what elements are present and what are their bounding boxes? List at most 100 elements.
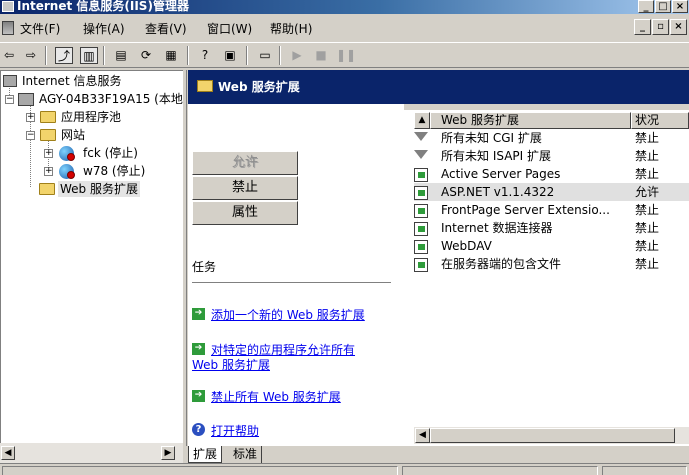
back-arrow-icon[interactable]: ⇦ [0,47,18,64]
expand-icon[interactable]: + [44,149,53,158]
tree-item-computer[interactable]: − AGY-04B33F19A15 (本地计 [3,91,184,108]
mdi-restore-button[interactable]: ▫ [652,19,669,35]
stop-icon[interactable]: ■ [312,47,330,64]
scroll-left-icon[interactable]: ◀ [1,446,15,460]
extension-status: 禁止 [635,239,660,253]
extension-status: 禁止 [635,221,660,235]
window-title: Internet 信息服务(IIS)管理器 [17,0,189,13]
refresh-icon[interactable]: ⟳ [137,47,155,64]
tab-extended[interactable]: 扩展 [188,446,223,463]
properties-button[interactable]: 属性 [192,201,298,225]
extension-name: 在服务器端的包含文件 [441,257,562,271]
toolbar-separator [103,46,105,65]
menu-view[interactable]: 查看(V) [145,20,187,37]
collapse-icon[interactable]: − [5,95,14,104]
status-panel [602,466,687,475]
panel-title: Web 服务扩展 [218,80,300,94]
iis-manager-window: { "window": {"title": "Internet 信息服务(IIS… [0,0,689,475]
mdi-minimize-button[interactable]: _ [634,19,651,35]
extension-status: 禁止 [635,131,660,145]
column-header-name[interactable]: Web 服务扩展 [430,112,631,129]
tree-item-label: Web 服务扩展 [58,181,140,197]
extension-icon [414,258,428,272]
menu-action[interactable]: 操作(A) [83,20,125,37]
list-horizontal-scrollbar[interactable]: ◀ [414,427,689,444]
column-header-status[interactable]: 状况 [631,112,689,129]
forward-arrow-icon[interactable]: ⇨ [22,47,40,64]
pause-icon[interactable]: ❚❚ [336,47,356,64]
tree-item-label: w78 (停止) [83,164,146,178]
prohibit-button[interactable]: 禁止 [192,176,298,200]
mdi-close-button[interactable]: × [670,19,687,35]
menu-help[interactable]: 帮助(H) [270,20,312,37]
task-arrow-icon: ➔ [192,343,205,355]
maximize-button[interactable]: □ [655,0,671,13]
minimize-button[interactable]: _ [638,0,654,13]
iis-app-icon [2,1,14,12]
list-item[interactable]: Active Server Pages 禁止 [414,165,689,183]
extension-icon [414,186,428,200]
extension-icon [414,222,428,236]
prohibit-all-link[interactable]: 禁止所有 Web 服务扩展 [211,390,341,404]
status-bar [0,463,689,475]
tree-item-label: 网站 [61,128,86,142]
toolbar-separator [187,46,189,65]
extension-name: Internet 数据连接器 [441,221,553,235]
list-item[interactable]: 在服务器端的包含文件 禁止 [414,255,689,273]
tree-horizontal-scrollbar[interactable]: ◀ ▶ [0,443,183,463]
scroll-thumb[interactable] [430,428,675,443]
expand-icon[interactable]: + [26,113,35,122]
tree-item-label: Internet 信息服务 [22,74,122,88]
properties-icon[interactable]: ▤ [112,47,130,64]
extension-status: 禁止 [635,257,660,271]
up-one-level-icon[interactable]: ⤴ [55,47,73,64]
title-bar[interactable]: Internet 信息服务(IIS)管理器 [0,0,689,14]
show-tree-icon[interactable]: ▥ [80,47,98,64]
sort-icon[interactable]: ▲ [414,112,430,129]
panel-header: Web 服务扩展 [188,70,689,104]
list-item[interactable]: 所有未知 CGI 扩展 禁止 [414,129,689,147]
menu-file[interactable]: 文件(F) [20,20,60,37]
show-console-icon[interactable]: ▣ [221,47,239,64]
stopped-icon [67,153,75,161]
filter-icon [414,132,428,141]
tab-standard[interactable]: 标准 [229,446,263,463]
extension-name: 所有未知 CGI 扩展 [441,131,542,145]
computer-icon[interactable]: ▭ [256,47,274,64]
allow-app-extensions-link-cont[interactable]: Web 服务扩展 [192,358,270,372]
export-list-icon[interactable]: ▦ [162,47,180,64]
extension-status: 禁止 [635,167,660,181]
help-icon[interactable]: ? [196,47,214,64]
computer-icon [3,75,17,87]
tree-item-label: fck (停止) [83,146,138,160]
folder-icon [40,129,56,141]
add-extension-link[interactable]: 添加一个新的 Web 服务扩展 [211,308,365,322]
list-item[interactable]: 所有未知 ISAPI 扩展 禁止 [414,147,689,165]
allow-button[interactable]: 允许 [192,151,298,175]
menu-bar: 文件(F) 操作(A) 查看(V) 窗口(W) 帮助(H) _ ▫ × [0,14,689,42]
allow-app-extensions-link[interactable]: 对特定的应用程序允许所有 [211,343,355,357]
folder-icon [39,183,55,195]
list-item[interactable]: WebDAV 禁止 [414,237,689,255]
extension-name: WebDAV [441,239,492,253]
filter-icon [414,150,428,159]
tree-pane: Internet 信息服务 − AGY-04B33F19A15 (本地计 + 应… [0,70,184,443]
stopped-icon [67,171,75,179]
close-button[interactable]: × [672,0,688,13]
open-help-link[interactable]: 打开帮助 [211,424,259,438]
list-item[interactable]: FrontPage Server Extensio... 禁止 [414,201,689,219]
list-item[interactable]: Internet 数据连接器 禁止 [414,219,689,237]
scroll-right-icon[interactable]: ▶ [161,446,175,460]
toolbar: ⇦ ⇨ ⤴ ▥ ▤ ⟳ ▦ ? ▣ ▭ ▶ ■ ❚❚ [0,42,689,68]
pane-splitter[interactable] [183,70,187,463]
scroll-left-icon[interactable]: ◀ [415,428,430,443]
extension-status: 禁止 [635,203,660,217]
list-item-selected[interactable]: ASP.NET v1.1.4322 允许 [414,183,689,201]
collapse-icon[interactable]: − [26,131,35,140]
console-icon[interactable] [2,21,14,35]
toolbar-separator [45,46,47,65]
play-icon[interactable]: ▶ [288,47,306,64]
expand-icon[interactable]: + [44,167,53,176]
menu-window[interactable]: 窗口(W) [207,20,252,37]
folder-icon [197,80,213,92]
